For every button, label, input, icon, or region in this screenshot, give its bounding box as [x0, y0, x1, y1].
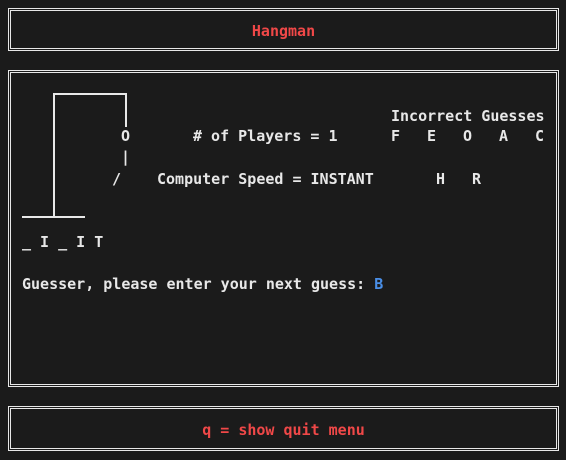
footer-panel: q = show quit menu: [8, 406, 559, 451]
incorrect-letter: E: [427, 127, 437, 145]
incorrect-letter: C: [535, 127, 545, 145]
computer-speed: Computer Speed = INSTANT: [157, 170, 374, 188]
gallows-rope: [125, 93, 127, 127]
gallows-base: [22, 216, 85, 218]
game-panel: O | / # of Players = 1 Computer Speed = …: [8, 70, 559, 387]
hangman-left-arm: /: [112, 170, 122, 188]
guess-prompt: Guesser, please enter your next guess: B: [22, 275, 383, 293]
incorrect-letter: R: [472, 170, 482, 188]
players-count: # of Players = 1: [193, 127, 338, 145]
incorrect-letter: A: [499, 127, 509, 145]
quit-menu-hint[interactable]: q = show quit menu: [11, 421, 556, 439]
app-title: Hangman: [251, 22, 316, 40]
word-pattern: _ I _ I T: [22, 233, 104, 251]
incorrect-letter: H: [436, 170, 446, 188]
hangman-head: O: [121, 127, 131, 145]
hangman-body: |: [121, 148, 131, 166]
incorrect-letter: O: [463, 127, 473, 145]
guess-prompt-text: Guesser, please enter your next guess:: [22, 275, 375, 293]
incorrect-guesses-title: Incorrect Guesses: [391, 107, 545, 125]
title-panel: Hangman: [8, 8, 559, 51]
gallows-beam: [53, 93, 127, 95]
guess-input[interactable]: B: [374, 275, 383, 293]
incorrect-letter: F: [391, 127, 401, 145]
gallows-pole: [53, 93, 55, 217]
